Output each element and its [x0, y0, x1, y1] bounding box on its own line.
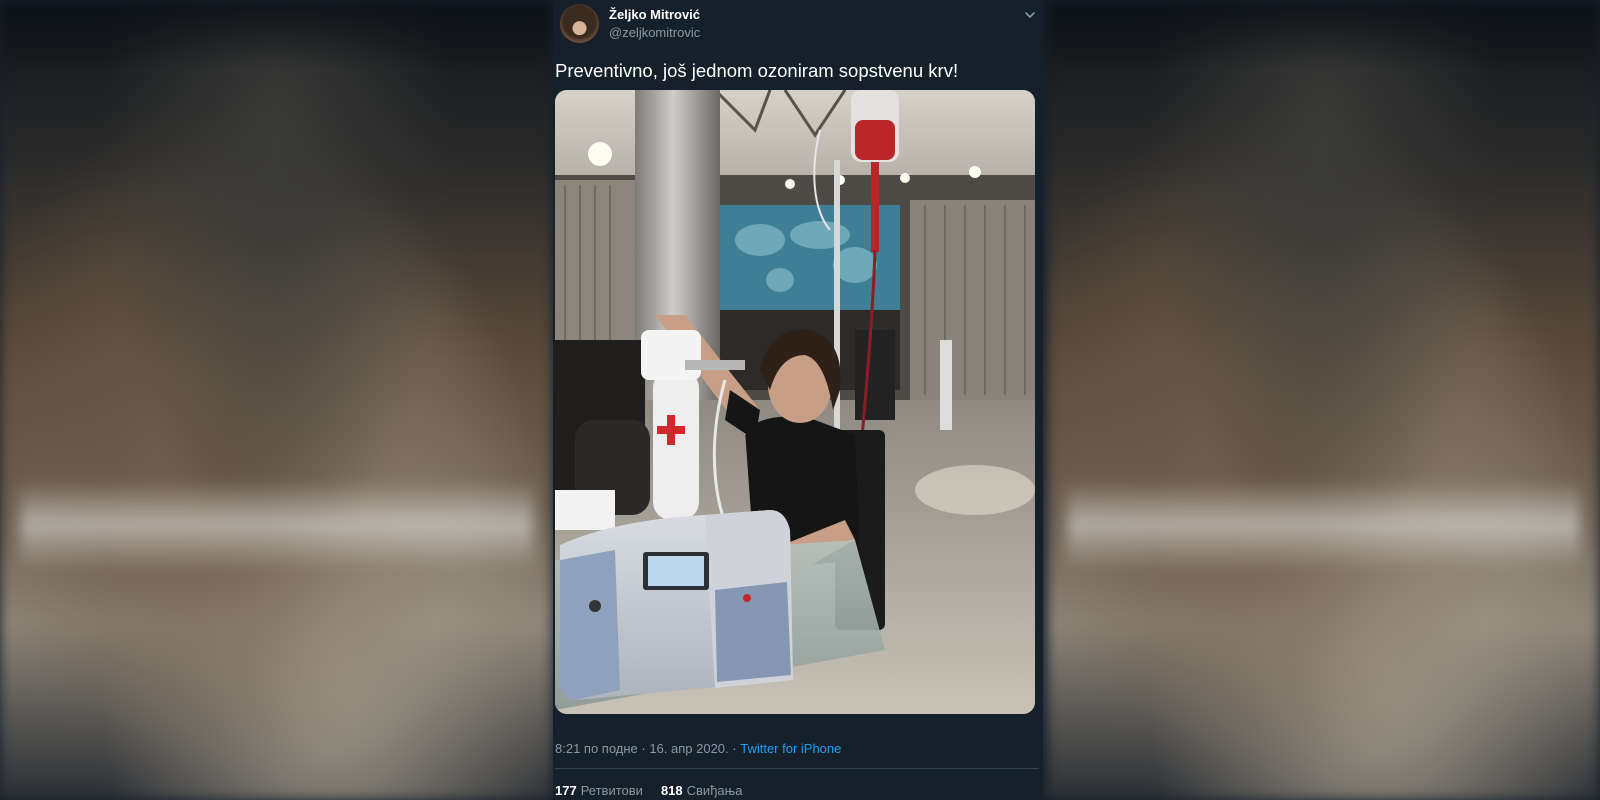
chevron-down-icon[interactable] [1023, 8, 1037, 22]
photo-illustration [555, 90, 1035, 714]
blurred-backdrop-right [1047, 0, 1600, 800]
tweet-meta: 8:21 по подне · 16. апр 2020. · Twitter … [555, 741, 841, 756]
author-handle[interactable]: @zeljkomitrovic [609, 25, 700, 40]
retweets-stat[interactable]: 177 Ретвитови [555, 783, 643, 798]
like-label: Свиђања [686, 783, 743, 798]
tweet-card: Željko Mitrović @zeljkomitrovic Preventi… [553, 0, 1043, 800]
blurred-backdrop-left [0, 0, 553, 800]
likes-stat[interactable]: 818 Свиђања [661, 783, 743, 798]
retweet-label: Ретвитови [580, 783, 643, 798]
tweet-client-link[interactable]: Twitter for iPhone [740, 741, 841, 756]
retweet-count: 177 [555, 783, 577, 798]
avatar[interactable] [560, 4, 599, 43]
tweet-photo[interactable] [555, 90, 1035, 714]
divider [555, 768, 1039, 769]
tweet-header: Željko Mitrović @zeljkomitrovic [556, 2, 1037, 46]
author-name[interactable]: Željko Mitrović [609, 7, 700, 22]
tweet-text: Preventivno, još jednom ozoniram sopstve… [555, 60, 959, 81]
like-count: 818 [660, 783, 683, 798]
tweet-stats: 177 Ретвитови 818 Свиђања [555, 783, 742, 798]
tweet-timestamp[interactable]: 8:21 по подне · 16. апр 2020. · [555, 741, 740, 756]
screenshot-stage: Željko Mitrović @zeljkomitrovic Preventi… [0, 0, 1600, 800]
